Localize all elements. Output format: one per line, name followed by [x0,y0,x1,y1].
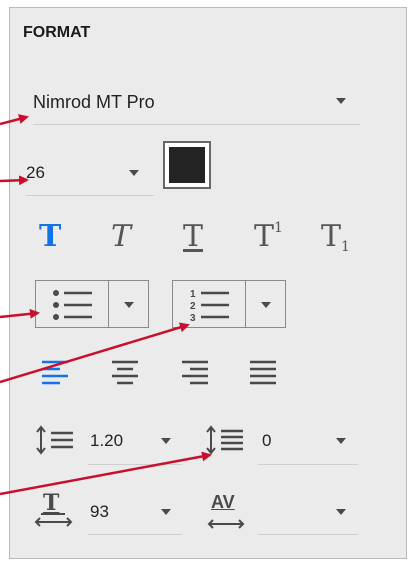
annotation-arrow [0,114,29,126]
annotation-arrow [0,308,40,319]
annotation-arrows [0,114,212,496]
annotation-arrow [0,322,190,384]
annotation-arrow [0,175,29,186]
annotation-arrow [0,451,212,496]
